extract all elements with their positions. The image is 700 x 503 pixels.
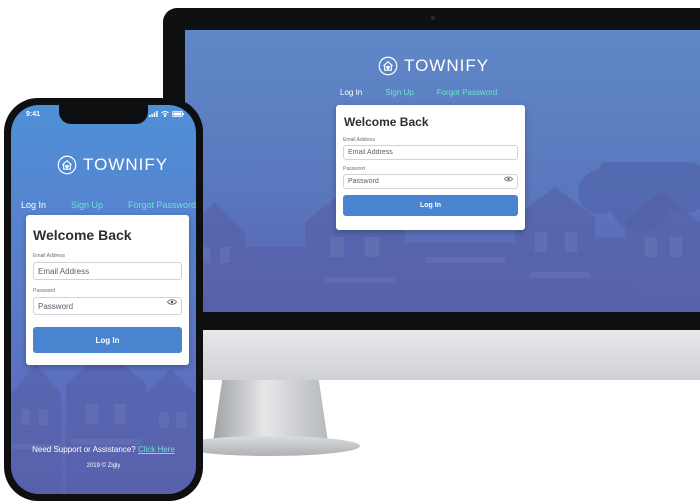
eye-icon[interactable] — [167, 299, 177, 306]
email-label: Email Address — [343, 137, 375, 143]
password-field[interactable] — [343, 174, 518, 189]
password-label: Password — [343, 166, 365, 172]
email-label: Email Address — [33, 253, 65, 259]
tab-sign-up[interactable]: Sign Up — [385, 88, 413, 97]
phone-auth-tabs: Log In Sign Up Forgot Password — [21, 200, 196, 210]
desktop-brand-logo: TOWNIFY — [378, 56, 489, 76]
support-line: Need Support or Assistance? Click Here — [11, 445, 196, 454]
tab-sign-up[interactable]: Sign Up — [71, 200, 103, 210]
house-heart-icon — [378, 56, 398, 76]
status-time: 9:41 — [26, 111, 41, 118]
wifi-icon — [161, 111, 169, 117]
password-field[interactable] — [33, 297, 182, 315]
desktop-auth-tabs: Log In Sign Up Forgot Password — [340, 88, 520, 97]
battery-icon — [172, 111, 184, 117]
password-label: Password — [33, 288, 55, 294]
phone-notch — [59, 105, 148, 124]
phone-brand-logo: TOWNIFY — [57, 155, 168, 175]
desktop-screen: TOWNIFY Log In Sign Up Forgot Password W… — [185, 30, 700, 312]
phone-login-card: Welcome Back Email Address Password Log … — [26, 215, 189, 365]
phone-screen: 9:41 TOWNIFY Log In Sign Up Forgot Passw… — [11, 105, 196, 494]
signal-icon — [149, 111, 158, 117]
login-heading: Welcome Back — [33, 227, 132, 243]
monitor-camera — [431, 16, 435, 20]
brand-name: TOWNIFY — [83, 155, 169, 174]
password-wrapper — [343, 174, 518, 189]
log-in-button[interactable]: Log In — [343, 195, 518, 216]
support-link[interactable]: Click Here — [138, 445, 175, 454]
desktop-login-card: Welcome Back Email Address Password Log … — [336, 105, 525, 230]
monitor-stand-base — [180, 436, 360, 456]
tab-forgot-password[interactable]: Forgot Password — [437, 88, 497, 97]
mobile-phone: 9:41 TOWNIFY Log In Sign Up Forgot Passw… — [4, 98, 203, 501]
desktop-monitor: TOWNIFY Log In Sign Up Forgot Password W… — [163, 8, 700, 380]
log-in-button[interactable]: Log In — [33, 327, 182, 353]
tab-log-in[interactable]: Log In — [340, 88, 362, 97]
tab-log-in[interactable]: Log In — [21, 200, 46, 210]
email-field[interactable] — [343, 145, 518, 160]
copyright: 2019 © Zigly — [86, 463, 121, 469]
monitor-chin — [163, 330, 700, 380]
login-heading: Welcome Back — [344, 115, 429, 129]
status-icons — [149, 111, 184, 117]
password-wrapper — [33, 297, 182, 315]
eye-icon[interactable] — [504, 176, 513, 182]
support-text: Need Support or Assistance? — [32, 445, 136, 454]
monitor-stand — [213, 380, 328, 442]
brand-name: TOWNIFY — [404, 56, 490, 75]
house-heart-icon — [57, 155, 77, 175]
tab-forgot-password[interactable]: Forgot Password — [128, 200, 196, 210]
email-field[interactable] — [33, 262, 182, 280]
